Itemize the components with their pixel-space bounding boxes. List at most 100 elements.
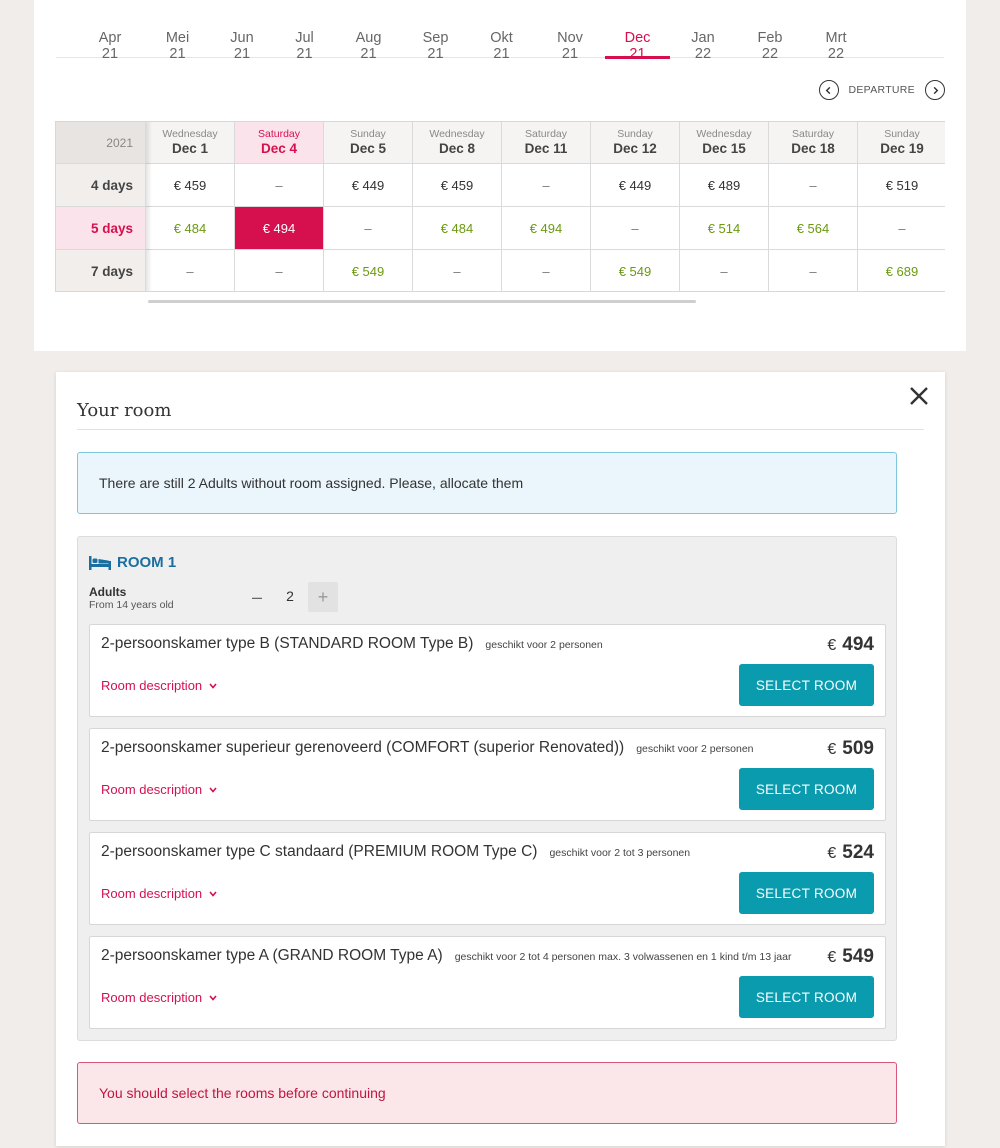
- room-description-toggle[interactable]: Room description: [101, 990, 217, 1005]
- price-cell[interactable]: € 449: [324, 164, 413, 207]
- price-cell[interactable]: € 689: [858, 250, 945, 291]
- price-cell[interactable]: € 519: [858, 164, 945, 207]
- room-description-label: Room description: [101, 886, 203, 901]
- date-label: Dec 1: [171, 141, 209, 156]
- room-option-title: 2-persoonskamer type B (STANDARD ROOM Ty…: [101, 635, 474, 652]
- price-cell: –: [769, 164, 858, 207]
- price-cell[interactable]: € 564: [769, 207, 858, 250]
- price-cell: –: [502, 164, 591, 207]
- select-room-button[interactable]: SELECT ROOM: [739, 976, 874, 1018]
- select-room-button[interactable]: SELECT ROOM: [739, 768, 874, 810]
- date-column-header: Wednesday Dec 15: [680, 122, 769, 164]
- month-tab[interactable]: Jun 21: [223, 30, 261, 62]
- price-cell[interactable]: € 549: [591, 250, 680, 291]
- price-cell: –: [413, 250, 502, 291]
- error-alert: You should select the rooms before conti…: [77, 1062, 897, 1124]
- info-alert: There are still 2 Adults without room as…: [77, 452, 897, 514]
- select-room-button[interactable]: SELECT ROOM: [739, 872, 874, 914]
- increase-adults-button[interactable]: +: [308, 582, 338, 612]
- weekday-label: Sunday: [350, 128, 386, 140]
- adults-count: 2: [286, 588, 294, 604]
- room-panel: ROOM 1 Adults From 14 years old – 2 + 2-…: [77, 536, 897, 1041]
- departure-label: DEPARTURE: [848, 84, 915, 96]
- close-button[interactable]: [909, 386, 929, 406]
- bed-icon: [89, 555, 111, 570]
- price-cell: –: [858, 207, 945, 250]
- room-price: €524: [827, 842, 874, 864]
- room-modal: Your room There are still 2 Adults witho…: [56, 372, 945, 1146]
- month-tab[interactable]: Feb 22: [750, 30, 790, 62]
- price-cell[interactable]: € 494: [502, 207, 591, 250]
- room-description-toggle[interactable]: Room description: [101, 886, 217, 901]
- price-cell[interactable]: € 459: [413, 164, 502, 207]
- chevron-down-icon: [209, 890, 217, 897]
- duration-row-label: 4 days: [56, 164, 146, 207]
- currency-symbol: €: [827, 637, 837, 654]
- month-tab[interactable]: Mrt 22: [816, 30, 856, 62]
- room-title: ROOM 1: [117, 554, 177, 571]
- prev-departure-button[interactable]: [818, 80, 839, 100]
- date-column-header: Saturday Dec 11: [502, 122, 591, 164]
- room-description-toggle[interactable]: Room description: [101, 782, 217, 797]
- price-cell[interactable]: € 489: [680, 164, 769, 207]
- info-alert-text: There are still 2 Adults without room as…: [99, 475, 524, 491]
- room-option-name: 2-persoonskamer type C standaard (PREMIU…: [101, 843, 690, 861]
- room-capacity: geschikt voor 2 tot 3 personen: [549, 847, 691, 859]
- room-description-label: Room description: [101, 782, 203, 797]
- room-price-value: 549: [842, 946, 874, 967]
- date-label: Dec 19: [880, 141, 924, 156]
- price-cell[interactable]: € 484: [146, 207, 235, 250]
- room-option-card: 2-persoonskamer type A (GRAND ROOM Type …: [89, 936, 886, 1029]
- month-tab[interactable]: Nov 21: [549, 30, 591, 62]
- weekday-label: Saturday: [524, 128, 568, 140]
- room-option-title: 2-persoonskamer type C standaard (PREMIU…: [101, 843, 538, 860]
- price-cell: –: [680, 250, 769, 291]
- price-grid: 2021 Wednesday Dec 1 Saturday Dec 4 Sunday Dec…: [55, 121, 945, 292]
- price-cell: –: [502, 250, 591, 291]
- month-tab[interactable]: Mei 21: [157, 30, 198, 62]
- date-label: Dec 5: [349, 141, 387, 156]
- price-cell: –: [591, 207, 680, 250]
- price-cell[interactable]: € 514: [680, 207, 769, 250]
- chevron-down-icon: [209, 786, 217, 793]
- grid-scrollbar[interactable]: [148, 300, 696, 303]
- decrease-adults-button[interactable]: –: [242, 582, 272, 612]
- modal-title: Your room: [77, 400, 172, 421]
- select-room-button[interactable]: SELECT ROOM: [739, 664, 874, 706]
- room-heading: ROOM 1: [89, 554, 176, 571]
- month-tab[interactable]: Apr 21: [91, 30, 129, 62]
- duration-row-label: 7 days: [56, 250, 146, 291]
- chevron-down-icon: [209, 994, 217, 1001]
- price-cell[interactable]: € 494: [235, 207, 324, 250]
- month-tab[interactable]: Jan 22: [684, 30, 722, 62]
- month-tabs: Apr 21 Mei 21 Jun 21 Jul 21 Aug 21 Sep 21 Okt …: [56, 0, 944, 62]
- month-tab[interactable]: Aug 21: [348, 30, 389, 62]
- price-cell[interactable]: € 459: [146, 164, 235, 207]
- price-cell[interactable]: € 549: [324, 250, 413, 291]
- date-column-header: Saturday Dec 4: [235, 122, 324, 164]
- chevron-right-icon: [933, 86, 938, 94]
- room-option-name: 2-persoonskamer type B (STANDARD ROOM Ty…: [101, 635, 603, 653]
- room-price: €509: [827, 738, 874, 760]
- date-column-header: Sunday Dec 19: [858, 122, 945, 164]
- date-label: Dec 12: [613, 141, 657, 156]
- weekday-label: Saturday: [257, 128, 301, 140]
- date-column-header: Sunday Dec 12: [591, 122, 680, 164]
- room-price-value: 524: [842, 842, 874, 863]
- date-label: Dec 18: [791, 141, 835, 156]
- price-cell[interactable]: € 484: [413, 207, 502, 250]
- room-price: €549: [827, 946, 874, 968]
- room-description-toggle[interactable]: Room description: [101, 678, 217, 693]
- month-tab[interactable]: Okt 21: [482, 30, 521, 62]
- next-departure-button[interactable]: [925, 80, 945, 100]
- month-tab[interactable]: Jul 21: [288, 30, 321, 62]
- price-cell: –: [324, 207, 413, 250]
- month-tab[interactable]: Dec 21: [605, 30, 670, 62]
- weekday-label: Wednesday: [429, 128, 485, 140]
- price-cell[interactable]: € 449: [591, 164, 680, 207]
- date-selector-panel: Apr 21 Mei 21 Jun 21 Jul 21 Aug 21 Sep 21 Okt …: [34, 0, 966, 351]
- weekday-label: Sunday: [617, 128, 653, 140]
- weekday-label: Sunday: [884, 128, 920, 140]
- month-tab[interactable]: Sep 21: [415, 30, 456, 62]
- date-label: Dec 15: [702, 141, 746, 156]
